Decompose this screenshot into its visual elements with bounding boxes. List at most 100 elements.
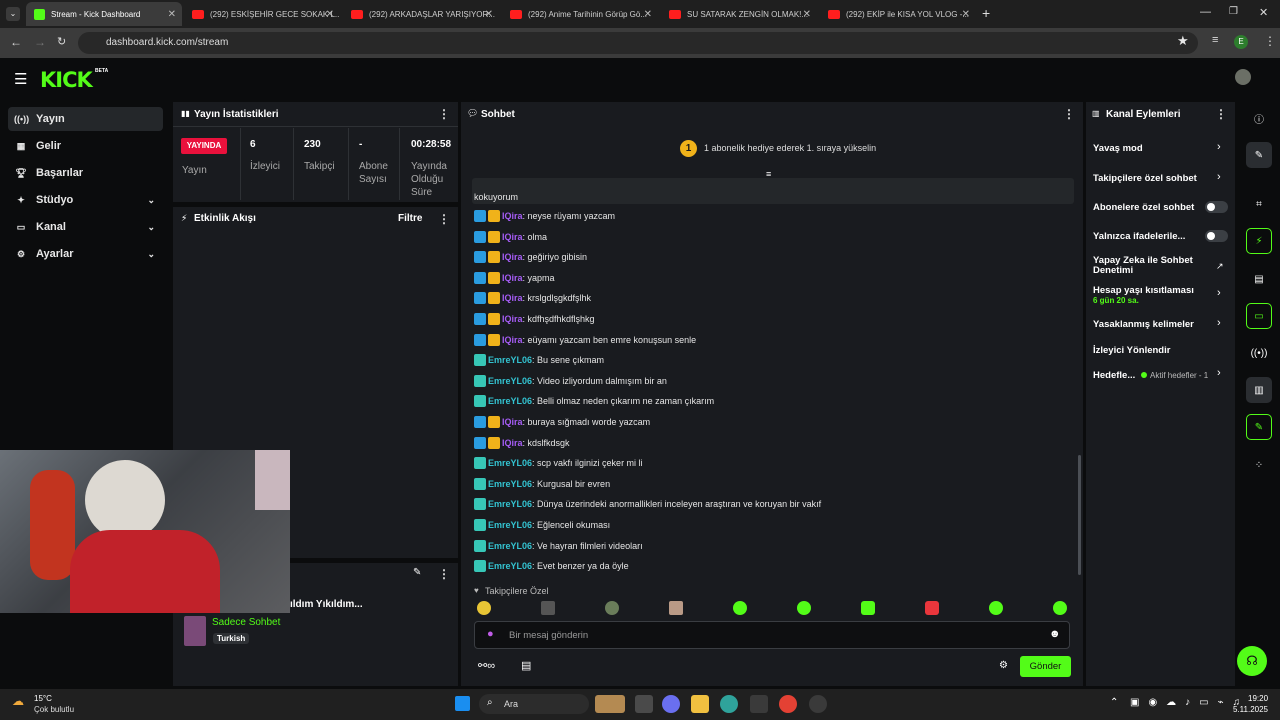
subs-chat-toggle[interactable] (1205, 201, 1228, 213)
tab-search-icon[interactable]: ⌄ (6, 7, 20, 21)
url-field[interactable]: dashboard.kick.com/stream (78, 32, 1198, 54)
chevron-right-icon[interactable]: › (1217, 141, 1221, 153)
clock-date[interactable]: 5.11.2025 (1233, 705, 1268, 714)
emote-2[interactable] (541, 601, 555, 615)
chevron-down-icon[interactable]: ⌄ (147, 195, 155, 206)
sidebar-item-kanal[interactable]: ▭ Kanal ⌄ (8, 215, 163, 239)
emote-rail-icon[interactable]: ⁘ (1246, 452, 1272, 478)
category-link[interactable]: Sadece Sohbet (212, 617, 280, 628)
chat-username[interactable]: IQira (502, 417, 523, 427)
obs-icon[interactable] (809, 695, 827, 713)
chat-scrollbar[interactable] (1078, 455, 1081, 575)
edit-stream-icon[interactable]: ✎ (413, 567, 421, 578)
banned-words-label[interactable]: Yasaklanmış kelimeler (1093, 319, 1228, 330)
close-tab-icon[interactable]: ✕ (326, 9, 334, 20)
taskbar-widget-image[interactable] (595, 695, 625, 713)
close-tab-icon[interactable]: ✕ (803, 9, 811, 20)
chevron-right-icon[interactable]: › (1217, 367, 1221, 379)
store-icon[interactable]: ▤ (521, 659, 531, 672)
bookmark-star-icon[interactable]: ★ (1177, 33, 1189, 49)
close-tab-icon[interactable]: ✕ (168, 9, 176, 20)
followers-chat-label[interactable]: Takipçilere özel sohbet (1093, 173, 1228, 184)
chat-username[interactable]: IQira (502, 293, 523, 303)
chat-username[interactable]: IQira (502, 335, 523, 345)
activity-menu-icon[interactable]: ⋮ (438, 212, 450, 226)
emote-6[interactable] (797, 601, 811, 615)
chat-username[interactable]: EmreYL06 (488, 376, 532, 386)
emotes-only-toggle[interactable] (1205, 230, 1228, 242)
close-tab-icon[interactable]: ✕ (962, 9, 970, 20)
chat-username[interactable]: IQira (502, 273, 523, 283)
minimize-icon[interactable]: — (1200, 6, 1211, 18)
new-tab-button[interactable]: + (982, 5, 990, 21)
chat-username[interactable]: IQira (502, 232, 523, 242)
weather-icon[interactable]: ☁ (12, 694, 24, 708)
emote-10[interactable] (1053, 601, 1067, 615)
taskbar-search[interactable]: ⌕ Ara (479, 694, 589, 714)
emote-8[interactable] (925, 601, 939, 615)
kick-logo[interactable]: KICK (40, 68, 93, 92)
chrome-icon[interactable] (779, 695, 797, 713)
document-icon[interactable]: ▤ (1246, 266, 1272, 292)
chevron-down-icon[interactable]: ⌄ (147, 222, 155, 233)
chat-username[interactable]: IQira (502, 211, 523, 221)
tab-youtube-3[interactable]: (292) Anime Tarihinin Görüp Gö... ✕ (502, 2, 658, 26)
store-app-icon[interactable] (750, 695, 768, 713)
close-tab-icon[interactable]: ✕ (485, 9, 493, 20)
chat-username[interactable]: EmreYL06 (488, 520, 532, 530)
layout-icon[interactable]: ▥ (1246, 377, 1272, 403)
chevron-right-icon[interactable]: › (1217, 287, 1221, 299)
user-avatar[interactable] (1235, 69, 1251, 85)
chat-settings-icon[interactable]: ⚙ (999, 660, 1008, 671)
chat-username[interactable]: EmreYL06 (488, 541, 532, 551)
profile-avatar[interactable]: E (1234, 35, 1248, 49)
edge-icon[interactable] (720, 695, 738, 713)
chevron-right-icon[interactable]: › (1217, 317, 1221, 329)
send-button[interactable]: Gönder (1020, 656, 1071, 677)
viewer-redirect-label[interactable]: İzleyici Yönlendir (1093, 345, 1228, 356)
sidebar-item-studyo[interactable]: ✦ Stüdyo ⌄ (8, 188, 163, 212)
tab-youtube-4[interactable]: SU SATARAK ZENGİN OLMAK!... ✕ (661, 2, 817, 26)
browser-menu-icon[interactable]: ⋮ (1264, 34, 1276, 48)
sidebar-item-basarilar[interactable]: 🏆︎ Başarılar (8, 161, 163, 185)
chat-username[interactable]: IQira (502, 438, 523, 448)
emoji-icon[interactable]: ☻ (1049, 628, 1061, 640)
info-icon[interactable]: ⓘ (1246, 105, 1272, 131)
tab-youtube-2[interactable]: (292) ARKADAŞLAR YARIŞIYOR... ✕ (343, 2, 499, 26)
chat-bubble-icon[interactable]: ▭ (1246, 303, 1272, 329)
hamburger-menu-icon[interactable]: ☰ (14, 70, 27, 88)
wrench-icon[interactable]: ✎ (1246, 414, 1272, 440)
start-button[interactable] (455, 696, 470, 711)
sidebar-item-ayarlar[interactable]: ⚙ Ayarlar ⌄ (8, 242, 163, 266)
emote-9[interactable] (989, 601, 1003, 615)
clock-time[interactable]: 19:20 (1248, 694, 1268, 703)
broadcast-rail-icon[interactable]: ((•)) (1246, 340, 1272, 366)
chat-username[interactable]: IQira (502, 314, 523, 324)
crop-icon[interactable]: ⌗ (1246, 191, 1272, 217)
support-headset-icon[interactable]: ☊ (1237, 646, 1267, 676)
goals-label[interactable]: Hedefle... (1093, 370, 1143, 381)
chat-username[interactable]: EmreYL06 (488, 355, 532, 365)
channel-actions-menu-icon[interactable]: ⋮ (1215, 107, 1227, 121)
emote-5[interactable] (733, 601, 747, 615)
maximize-icon[interactable]: ❐ (1229, 6, 1238, 17)
edit-icon[interactable]: ✎ (1246, 142, 1272, 168)
chevron-right-icon[interactable]: › (1217, 171, 1221, 183)
forward-icon[interactable]: → (34, 35, 46, 49)
chevron-down-icon[interactable]: ⌄ (147, 249, 155, 260)
emote-7[interactable] (861, 601, 875, 615)
account-age-label[interactable]: Hesap yaşı kısıtlaması (1093, 285, 1228, 296)
chat-username[interactable]: EmreYL06 (488, 561, 532, 571)
file-explorer-icon[interactable] (691, 695, 709, 713)
tab-kick-dashboard[interactable]: Stream - Kick Dashboard ✕ (26, 2, 182, 26)
back-icon[interactable]: ← (10, 35, 22, 49)
quick-emote-icon[interactable]: ⚯∞ (478, 659, 495, 672)
chat-username[interactable]: EmreYL06 (488, 396, 532, 406)
sidebar-item-gelir[interactable]: ▦ Gelir (8, 134, 163, 158)
chat-username[interactable]: EmreYL06 (488, 499, 532, 509)
sidebar-item-yayin[interactable]: ((•)) Yayın (8, 107, 163, 131)
emote-4[interactable] (669, 601, 683, 615)
chat-input-box[interactable]: ● Bir mesaj gönderin ☻ (474, 621, 1070, 649)
copilot-icon[interactable] (662, 695, 680, 713)
emote-3[interactable] (605, 601, 619, 615)
